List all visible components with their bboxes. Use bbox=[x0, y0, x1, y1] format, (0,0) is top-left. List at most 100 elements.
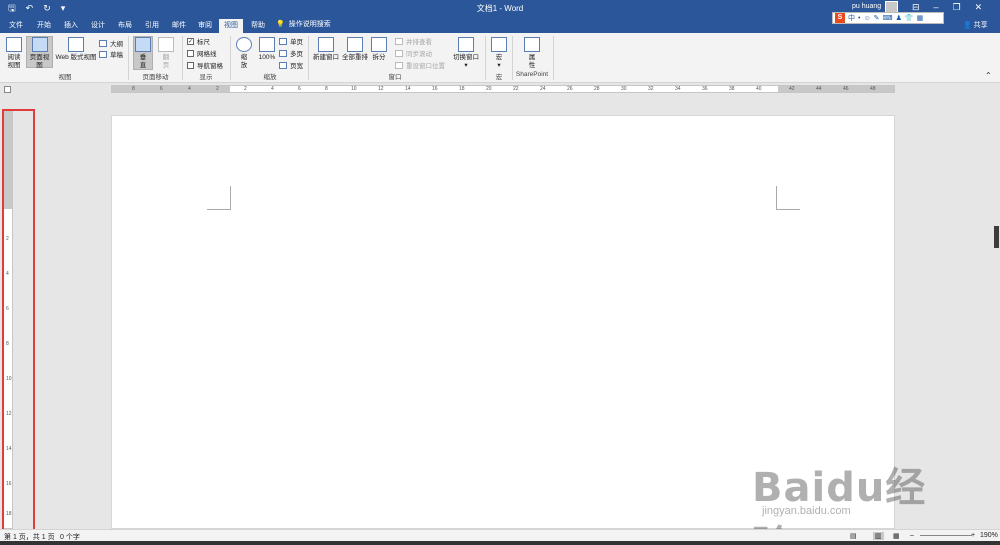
group-separator bbox=[308, 36, 309, 80]
scrollbar-thumb[interactable] bbox=[994, 226, 999, 248]
ruler-tick: 14 bbox=[405, 86, 411, 92]
zoom-100-button[interactable]: 100% bbox=[256, 37, 278, 62]
ruler-tick: 38 bbox=[729, 86, 735, 92]
horizontal-ruler[interactable]: 8 6 4 2 2 4 6 8 10 12 14 16 18 20 22 24 … bbox=[111, 85, 895, 93]
tab-layout[interactable]: 布局 bbox=[114, 19, 136, 33]
arrange-all-icon bbox=[347, 37, 363, 52]
sync-scroll-icon bbox=[395, 49, 403, 57]
reset-window-button[interactable]: 重设窗口位置 bbox=[395, 60, 445, 70]
ruler-tick: 28 bbox=[594, 86, 600, 92]
ruler-tick: 16 bbox=[432, 86, 438, 92]
tab-view[interactable]: 视图 bbox=[219, 19, 243, 33]
ruler-tick: 2 bbox=[216, 86, 219, 92]
tab-file[interactable]: 文件 bbox=[6, 19, 26, 33]
ribbon: 阅读 视图 页面视图 Web 版式视图 大纲 草稿 视图 垂 直 翻 页 页面移… bbox=[0, 33, 1000, 83]
tab-help[interactable]: 帮助 bbox=[247, 19, 269, 33]
macros-button[interactable]: 宏 ▾ bbox=[490, 37, 508, 70]
arrange-all-button[interactable]: 全部重排 bbox=[341, 37, 369, 62]
status-bar: 第 1 页，共 1 页 0 个字 ▤ ▥ ▦ – + 190% bbox=[0, 529, 1000, 541]
zoom-percent[interactable]: 190% bbox=[980, 532, 998, 539]
sync-scroll-button[interactable]: 同步滚动 bbox=[395, 48, 432, 58]
tab-selector-icon[interactable] bbox=[4, 86, 11, 93]
split-button[interactable]: 拆分 bbox=[370, 37, 388, 62]
right-margin-area bbox=[778, 86, 894, 92]
ruler-tick: 36 bbox=[702, 86, 708, 92]
tab-home[interactable]: 开始 bbox=[33, 19, 55, 33]
ruler-tick: 20 bbox=[486, 86, 492, 92]
magnifier-icon bbox=[236, 37, 252, 52]
ruler-tick: 22 bbox=[513, 86, 519, 92]
one-page-button[interactable]: 单页 bbox=[279, 36, 303, 46]
ruler-tick: 34 bbox=[675, 86, 681, 92]
outline-button[interactable]: 大纲 bbox=[99, 38, 123, 48]
user-name[interactable]: pu huang bbox=[852, 3, 881, 10]
gridlines-checkbox[interactable]: 网格线 bbox=[187, 48, 217, 58]
restore-icon[interactable]: ❐ bbox=[953, 2, 961, 13]
collapse-ribbon-icon[interactable]: ⌃ bbox=[985, 71, 992, 80]
page-width-button[interactable]: 页宽 bbox=[279, 60, 303, 70]
nav-pane-checkbox[interactable]: 导航窗格 bbox=[187, 60, 223, 70]
tab-references[interactable]: 引用 bbox=[141, 19, 163, 33]
zoom-slider[interactable] bbox=[920, 535, 972, 536]
zoom-in-icon[interactable]: + bbox=[971, 532, 975, 539]
group-separator bbox=[485, 36, 486, 80]
ruler-tick: 26 bbox=[567, 86, 573, 92]
side-to-side-button[interactable]: 翻 页 bbox=[156, 37, 176, 70]
properties-button[interactable]: 属 性 bbox=[522, 37, 542, 70]
vertical-button[interactable]: 垂 直 bbox=[133, 36, 153, 70]
left-margin-area bbox=[112, 86, 230, 92]
zoom-button[interactable]: 缩 放 bbox=[234, 37, 254, 70]
keyboard-icon[interactable]: ⌨ bbox=[882, 14, 892, 22]
ruler-tick: 8 bbox=[325, 86, 328, 92]
side-by-side-icon bbox=[395, 37, 403, 45]
switch-window-button[interactable]: 切换窗口 ▾ bbox=[452, 37, 480, 70]
new-window-button[interactable]: 新建窗口 bbox=[312, 37, 340, 62]
ruler-tick: 32 bbox=[648, 86, 654, 92]
one-page-icon bbox=[279, 37, 287, 45]
tab-review[interactable]: 审阅 bbox=[194, 19, 216, 33]
tab-insert[interactable]: 插入 bbox=[60, 19, 82, 33]
tell-me-search[interactable]: 💡 操作说明搜索 bbox=[276, 19, 331, 29]
ime-chinese-mode[interactable]: 中 bbox=[848, 13, 855, 23]
dropdown-arrow-icon: ▾ bbox=[497, 62, 501, 69]
taskbar-strip bbox=[0, 541, 1000, 545]
web-layout-button[interactable]: Web 版式视图 bbox=[55, 37, 97, 62]
ruler-tick: 24 bbox=[540, 86, 546, 92]
group-label-window: 窗口 bbox=[388, 74, 402, 81]
vertical-icon bbox=[135, 37, 151, 52]
tell-me-label: 操作说明搜索 bbox=[288, 21, 331, 28]
ruler-tick: 2 bbox=[244, 86, 247, 92]
ruler-tick: 42 bbox=[789, 86, 795, 92]
vertical-scrollbar[interactable] bbox=[993, 96, 1000, 529]
ruler-tick: 30 bbox=[621, 86, 627, 92]
punctuation-icon[interactable]: • bbox=[858, 15, 860, 22]
read-mode-view-icon[interactable]: ▤ bbox=[850, 532, 857, 540]
read-mode-button[interactable]: 阅读 视图 bbox=[3, 37, 25, 70]
tab-design[interactable]: 设计 bbox=[87, 19, 109, 33]
ruler-tick: 4 bbox=[271, 86, 274, 92]
nav-pane-check-icon bbox=[187, 61, 194, 69]
draft-button[interactable]: 草稿 bbox=[99, 49, 123, 59]
emoji-icon[interactable]: ☺ bbox=[863, 15, 870, 22]
skin-icon[interactable]: 👕 bbox=[905, 14, 914, 22]
zoom-out-icon[interactable]: – bbox=[910, 532, 914, 539]
reset-window-icon bbox=[395, 61, 403, 69]
new-window-icon bbox=[318, 37, 334, 52]
ruler-tick: 18 bbox=[459, 86, 465, 92]
handwriting-icon[interactable]: ✎ bbox=[874, 14, 880, 22]
share-button[interactable]: 👤 共享 bbox=[963, 20, 988, 30]
group-label-show: 显示 bbox=[199, 74, 213, 81]
print-layout-button[interactable]: 页面视图 bbox=[26, 36, 53, 69]
menu-icon[interactable]: ▦ bbox=[917, 14, 924, 22]
print-layout-view-icon[interactable]: ▥ bbox=[873, 532, 884, 540]
ruler-checkbox[interactable]: ✓ 标尺 bbox=[187, 36, 210, 46]
tools-icon[interactable]: ♟ bbox=[896, 14, 902, 22]
side-by-side-button[interactable]: 并排查看 bbox=[395, 36, 432, 46]
web-layout-view-icon[interactable]: ▦ bbox=[893, 532, 900, 540]
zoom-100-icon bbox=[259, 37, 275, 52]
ime-toolbar[interactable]: S 中 • ☺ ✎ ⌨ ♟ 👕 ▦ bbox=[832, 12, 944, 24]
outline-icon bbox=[99, 39, 107, 47]
tab-mailings[interactable]: 邮件 bbox=[168, 19, 190, 33]
close-icon[interactable]: ✕ bbox=[975, 2, 983, 13]
multi-page-button[interactable]: 多页 bbox=[279, 48, 303, 58]
